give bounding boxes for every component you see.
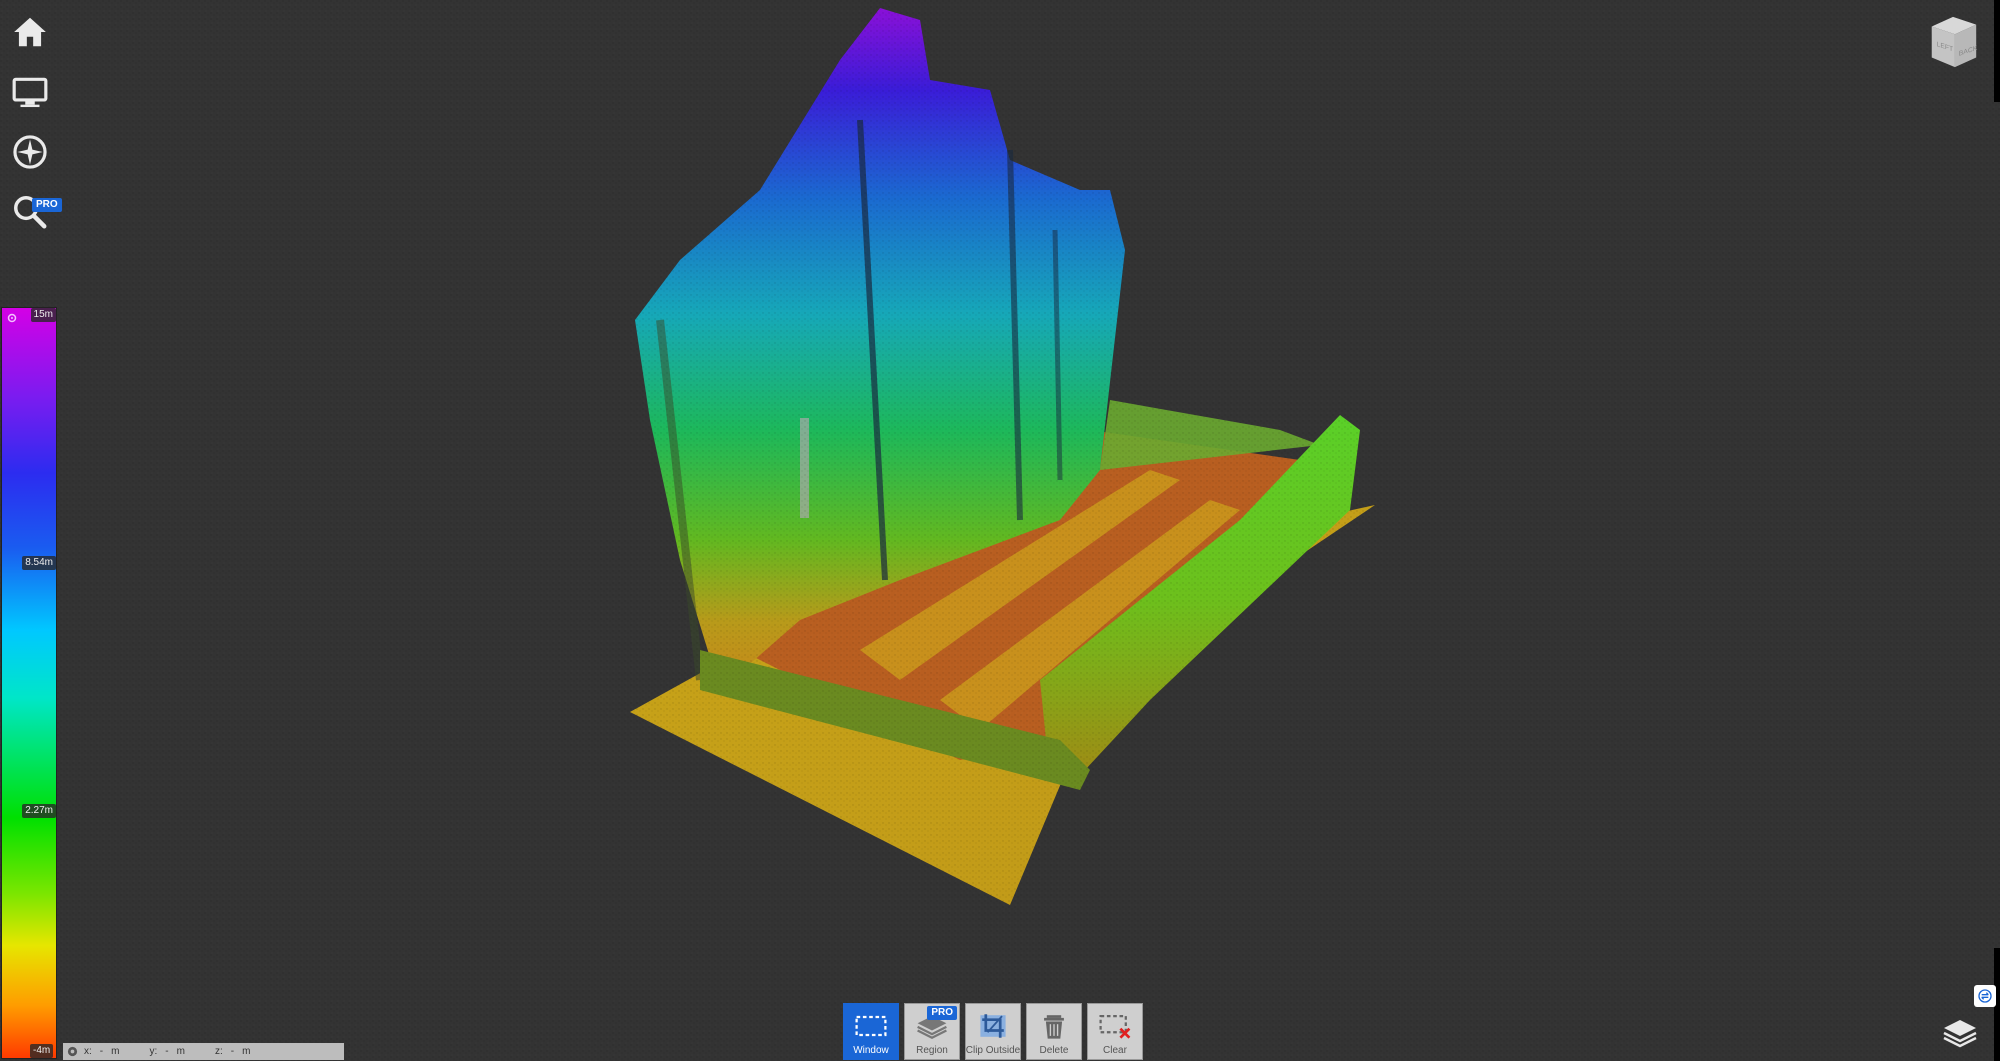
region-select-button[interactable]: PRO Region xyxy=(904,1003,960,1060)
pro-badge: PRO xyxy=(32,198,62,212)
crop-icon xyxy=(980,1014,1006,1038)
selection-window-icon xyxy=(855,1015,887,1037)
monitor-icon xyxy=(12,77,48,108)
view-cube[interactable]: LEFT BACK xyxy=(1924,12,1982,72)
screen-button[interactable] xyxy=(8,70,52,114)
window-select-button[interactable]: Window xyxy=(843,1003,899,1060)
gear-icon[interactable] xyxy=(6,312,18,324)
delete-button[interactable]: Delete xyxy=(1026,1003,1082,1060)
coordinate-readout: x: - m y: - m z: - m xyxy=(63,1043,344,1060)
scale-max-label: 15m xyxy=(30,308,56,322)
search-button[interactable]: PRO xyxy=(8,190,62,234)
pro-badge: PRO xyxy=(927,1006,957,1020)
coordinate-settings-icon[interactable] xyxy=(67,1046,78,1057)
navigate-button[interactable] xyxy=(8,130,52,174)
home-button[interactable] xyxy=(8,10,52,54)
point-cloud-viewport[interactable] xyxy=(0,0,2000,1061)
clip-outside-button[interactable]: Clip Outside xyxy=(965,1003,1021,1060)
coord-x: x: - m xyxy=(84,1046,120,1057)
clear-selection-icon xyxy=(1099,1014,1131,1039)
scale-mid-label: 8.54m xyxy=(22,556,56,570)
coord-z: z: - m xyxy=(214,1046,251,1057)
selection-toolbar: Window PRO Region Clip Outside Delete Cl… xyxy=(843,1003,1143,1060)
scale-min-label: -4m xyxy=(30,1044,54,1058)
window-edge xyxy=(1994,0,2000,102)
compass-icon xyxy=(13,135,47,169)
trash-icon xyxy=(1044,1015,1064,1039)
home-icon xyxy=(14,17,46,47)
scale-low-label: 2.27m xyxy=(22,804,56,818)
clear-selection-button[interactable]: Clear xyxy=(1087,1003,1143,1060)
side-panel-toggle-button[interactable] xyxy=(1974,985,1996,1007)
swap-icon xyxy=(1978,989,1992,1003)
coord-y: y: - m xyxy=(149,1046,185,1057)
layers-button[interactable] xyxy=(1940,1012,1980,1052)
layers-icon xyxy=(1943,1020,1977,1048)
elevation-color-scale[interactable]: 15m 8.54m 2.27m -4m xyxy=(1,307,57,1059)
